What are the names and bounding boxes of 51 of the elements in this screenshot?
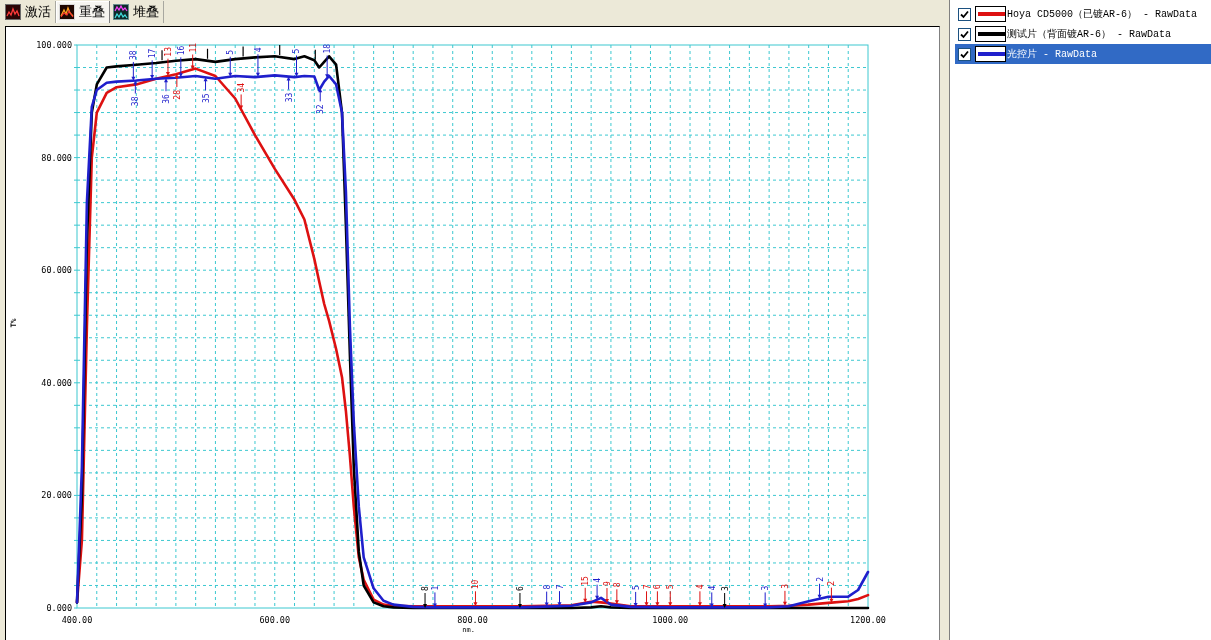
peak-label: 7 bbox=[642, 584, 652, 590]
legend-label: 光控片 - RawData bbox=[1007, 47, 1097, 61]
peak-label: 17 bbox=[148, 48, 158, 59]
peak-label: 38 bbox=[129, 50, 139, 60]
peak-label: 9 bbox=[602, 581, 612, 587]
legend-label: 测试片（背面镀AR-6） - RawData bbox=[1007, 27, 1171, 41]
peak-label: 6 bbox=[515, 586, 525, 591]
peak-label: 1 bbox=[430, 585, 440, 591]
y-axis-tick-label: 0.000 bbox=[46, 603, 72, 613]
peak-label: 11 bbox=[188, 42, 198, 53]
peak-label: 5 bbox=[226, 49, 236, 55]
peak-label: 4 bbox=[593, 577, 603, 583]
peak-label: 13 bbox=[163, 47, 173, 57]
legend-label: Hoya CD5000（已镀AR-6） - RawData bbox=[1007, 8, 1198, 21]
peak-label: 3 bbox=[780, 584, 790, 589]
peak-label: 32 bbox=[316, 104, 326, 114]
peak-label: 4 bbox=[695, 584, 705, 590]
peak-label: 8 bbox=[421, 586, 431, 591]
peak-label: 5 bbox=[292, 48, 302, 54]
peak-label: 7 bbox=[555, 584, 565, 590]
peak-label: 4 bbox=[253, 47, 263, 53]
peak-label: 18 bbox=[323, 43, 333, 54]
peak-label: 8 bbox=[542, 584, 552, 590]
peak-label: 15 bbox=[581, 576, 591, 586]
peak-label: 2 bbox=[827, 580, 837, 586]
x-axis-tick-label: 1200.00 bbox=[850, 615, 886, 625]
x-axis-tick-label: 800.00 bbox=[457, 615, 488, 625]
y-axis-tick-label: 60.000 bbox=[41, 265, 72, 276]
y-axis-tick-label: 100.000 bbox=[36, 40, 72, 50]
peak-label: 6 bbox=[653, 584, 663, 590]
peak-label: 28 bbox=[172, 90, 182, 100]
peak-label: 5 bbox=[666, 584, 676, 590]
x-axis-tick-label: 1000.00 bbox=[652, 615, 689, 625]
peak-label: 33 bbox=[284, 92, 294, 103]
peak-label: 2 bbox=[815, 576, 825, 582]
x-axis-tick-label: 600.00 bbox=[259, 615, 291, 625]
peak-label: 3 bbox=[720, 586, 730, 591]
y-axis-tick-label: 40.000 bbox=[41, 377, 72, 388]
peak-label: 4 bbox=[707, 585, 717, 591]
x-axis-tick-label: 400.00 bbox=[61, 615, 93, 625]
peak-label: 38 bbox=[131, 96, 141, 107]
peak-label: 3 bbox=[761, 585, 771, 591]
peak-label: 35 bbox=[201, 93, 211, 103]
y-axis-tick-label: 80.000 bbox=[41, 152, 72, 163]
peak-label: 8 bbox=[612, 582, 622, 588]
peak-label: 16 bbox=[176, 45, 186, 56]
y-axis-tick-label: 20.000 bbox=[41, 490, 72, 501]
peak-label: 36 bbox=[162, 94, 171, 104]
peak-label: 34 bbox=[237, 82, 247, 93]
peak-label: 5 bbox=[631, 585, 641, 590]
peak-label: 10 bbox=[471, 579, 481, 590]
